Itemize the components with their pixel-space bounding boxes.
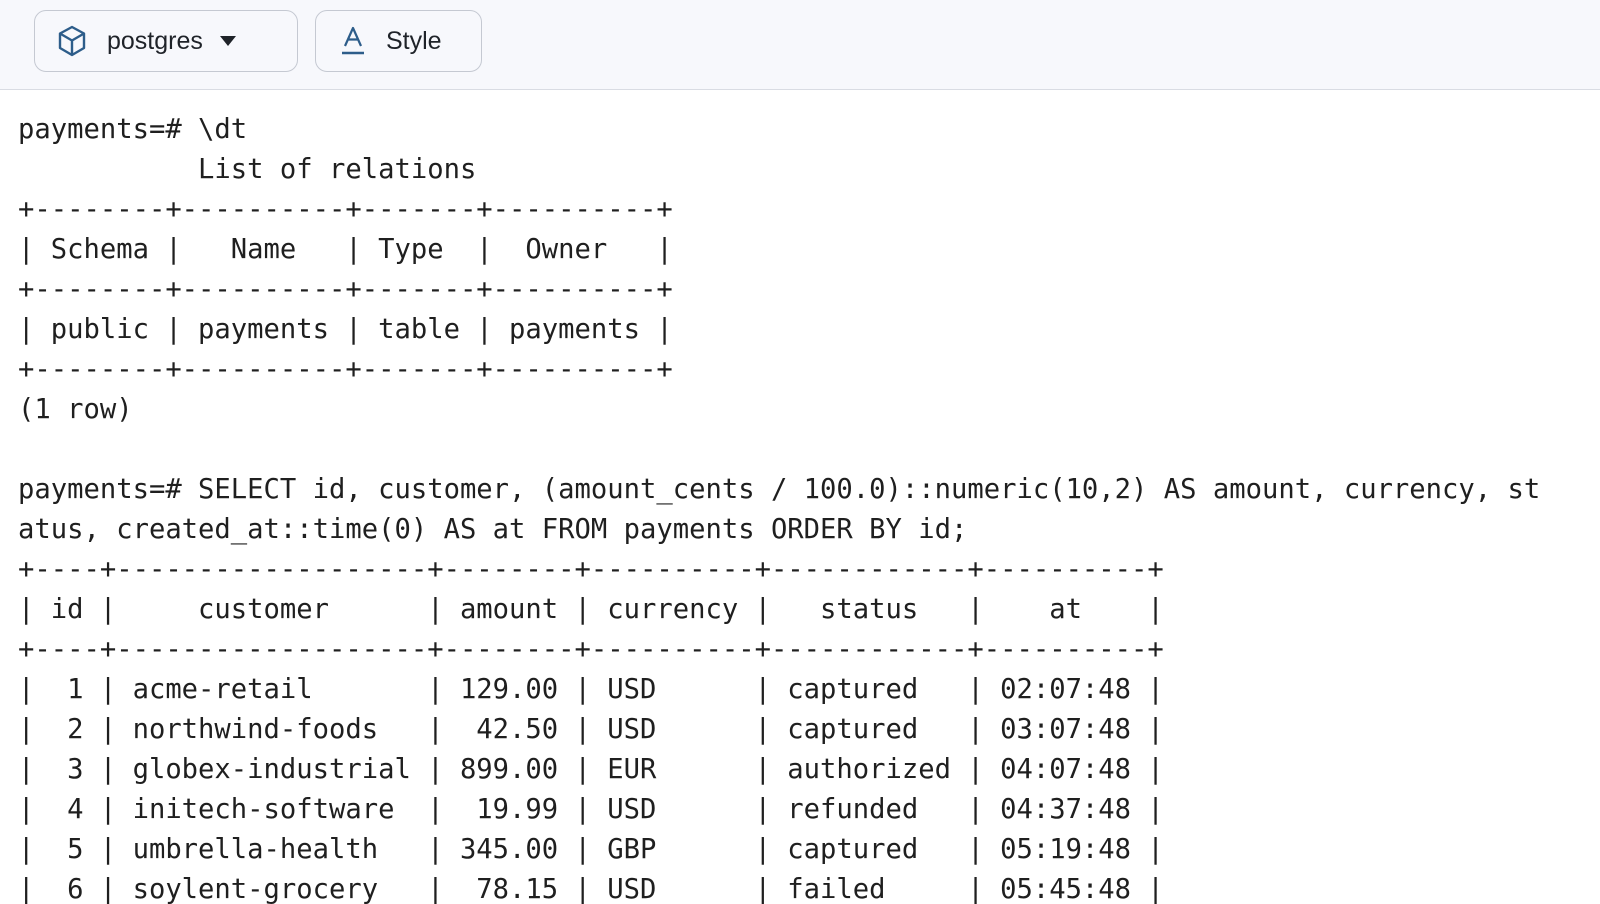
terminal-output[interactable]: payments=# \dt List of relations +-------… <box>0 90 1600 904</box>
terminal-line: atus, created_at::time(0) AS at FROM pay… <box>18 514 968 545</box>
terminal-line: List of relations <box>18 154 477 185</box>
terminal-text: payments=# \dt List of relations +-------… <box>18 110 1540 904</box>
terminal-line: +--------+----------+-------+----------+ <box>18 354 673 385</box>
text-style-icon <box>340 26 366 56</box>
terminal-line: (1 row) <box>18 394 133 425</box>
terminal-toolbar: postgres Style <box>0 0 1600 90</box>
caret-down-icon <box>219 35 237 47</box>
terminal-line: | 3 | globex-industrial | 899.00 | EUR |… <box>18 754 1164 785</box>
terminal-line: | 1 | acme-retail | 129.00 | USD | captu… <box>18 674 1164 705</box>
terminal-line: +----+-------------------+--------+-----… <box>18 554 1164 585</box>
terminal-line: | Schema | Name | Type | Owner | <box>18 234 673 265</box>
cube-icon <box>55 24 89 58</box>
database-selector-button[interactable]: postgres <box>34 10 298 72</box>
style-button-label: Style <box>386 26 442 55</box>
terminal-line: | 4 | initech-software | 19.99 | USD | r… <box>18 794 1164 825</box>
database-selector-label: postgres <box>107 26 203 55</box>
terminal-line: +----+-------------------+--------+-----… <box>18 634 1164 665</box>
style-button[interactable]: Style <box>315 10 482 72</box>
terminal-line: +--------+----------+-------+----------+ <box>18 274 673 305</box>
terminal-line: payments=# SELECT id, customer, (amount_… <box>18 474 1541 505</box>
terminal-line: | id | customer | amount | currency | st… <box>18 594 1164 625</box>
terminal-line: | 5 | umbrella-health | 345.00 | GBP | c… <box>18 834 1164 865</box>
terminal-line: | public | payments | table | payments | <box>18 314 673 345</box>
terminal-line: payments=# \dt <box>18 114 248 145</box>
terminal-line: | 6 | soylent-grocery | 78.15 | USD | fa… <box>18 874 1164 904</box>
terminal-line: +--------+----------+-------+----------+ <box>18 194 673 225</box>
terminal-line: | 2 | northwind-foods | 42.50 | USD | ca… <box>18 714 1164 745</box>
